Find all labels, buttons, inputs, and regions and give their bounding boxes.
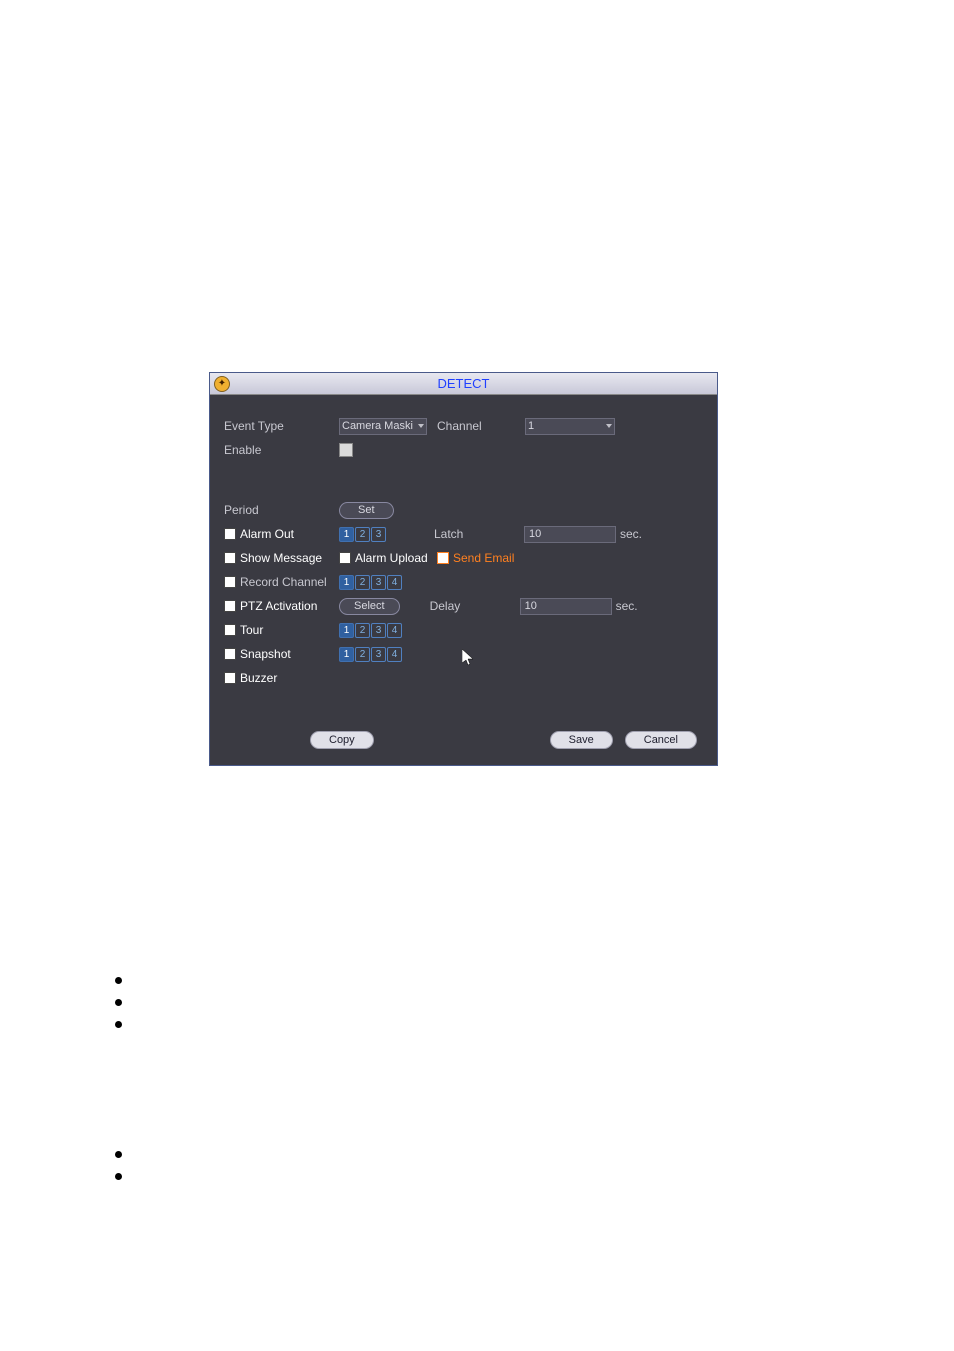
event-type-select[interactable]: Camera Maski bbox=[339, 418, 427, 435]
latch-unit: sec. bbox=[620, 527, 642, 541]
snapshot-ch1[interactable]: 1 bbox=[339, 647, 354, 662]
enable-checkbox[interactable] bbox=[339, 443, 353, 457]
tour-label: Tour bbox=[240, 623, 339, 637]
ptz-activation-checkbox[interactable] bbox=[224, 600, 236, 612]
ptz-activation-label: PTZ Activation bbox=[240, 599, 339, 613]
latch-label: Latch bbox=[434, 527, 524, 541]
bullet-5 bbox=[115, 1168, 122, 1183]
snapshot-checkbox[interactable] bbox=[224, 648, 236, 660]
channel-value: 1 bbox=[528, 420, 534, 432]
delay-input[interactable]: 10 bbox=[520, 598, 612, 615]
select-button[interactable]: Select bbox=[339, 598, 400, 615]
period-label: Period bbox=[224, 503, 339, 517]
save-button[interactable]: Save bbox=[550, 731, 613, 749]
event-type-label: Event Type bbox=[224, 419, 339, 433]
delay-value: 10 bbox=[525, 600, 537, 612]
tour-checkbox[interactable] bbox=[224, 624, 236, 636]
alarm-out-ch1[interactable]: 1 bbox=[339, 527, 354, 542]
alarm-upload-checkbox[interactable] bbox=[339, 552, 351, 564]
dialog-content: Event Type Camera Maski Channel 1 Enable… bbox=[210, 395, 717, 701]
bullet-3 bbox=[115, 1016, 122, 1031]
tour-ch4[interactable]: 4 bbox=[387, 623, 402, 638]
send-email-label: Send Email bbox=[453, 551, 514, 565]
alarm-out-ch3[interactable]: 3 bbox=[371, 527, 386, 542]
delay-label: Delay bbox=[430, 599, 520, 613]
latch-value: 10 bbox=[529, 528, 541, 540]
bullet-2 bbox=[115, 994, 122, 1009]
snapshot-channels: 1 2 3 4 bbox=[339, 647, 402, 662]
cancel-button[interactable]: Cancel bbox=[625, 731, 697, 749]
dialog-footer: Copy Save Cancel bbox=[210, 731, 717, 749]
show-message-checkbox[interactable] bbox=[224, 552, 236, 564]
show-message-label: Show Message bbox=[240, 551, 339, 565]
dialog-titlebar: ✦ DETECT bbox=[210, 373, 717, 395]
tour-ch3[interactable]: 3 bbox=[371, 623, 386, 638]
snapshot-label: Snapshot bbox=[240, 647, 339, 661]
set-button[interactable]: Set bbox=[339, 502, 394, 519]
bullet-1 bbox=[115, 972, 122, 987]
enable-label: Enable bbox=[224, 443, 339, 457]
dialog-title: DETECT bbox=[438, 376, 490, 391]
alarm-out-checkbox[interactable] bbox=[224, 528, 236, 540]
delay-unit: sec. bbox=[616, 599, 638, 613]
snapshot-ch3[interactable]: 3 bbox=[371, 647, 386, 662]
copy-button[interactable]: Copy bbox=[310, 731, 374, 749]
channel-select[interactable]: 1 bbox=[525, 418, 615, 435]
record-ch3[interactable]: 3 bbox=[371, 575, 386, 590]
event-type-value: Camera Maski bbox=[342, 420, 413, 432]
alarm-out-label: Alarm Out bbox=[240, 527, 339, 541]
tour-ch2[interactable]: 2 bbox=[355, 623, 370, 638]
record-ch2[interactable]: 2 bbox=[355, 575, 370, 590]
send-email-checkbox[interactable] bbox=[437, 552, 449, 564]
alarm-out-channels: 1 2 3 bbox=[339, 527, 386, 542]
record-ch1[interactable]: 1 bbox=[339, 575, 354, 590]
alarm-out-ch2[interactable]: 2 bbox=[355, 527, 370, 542]
chevron-down-icon bbox=[606, 424, 612, 428]
record-channel-checkbox[interactable] bbox=[224, 576, 236, 588]
buzzer-checkbox[interactable] bbox=[224, 672, 236, 684]
detect-dialog: ✦ DETECT Event Type Camera Maski Channel… bbox=[209, 372, 718, 766]
snapshot-ch4[interactable]: 4 bbox=[387, 647, 402, 662]
record-channels: 1 2 3 4 bbox=[339, 575, 402, 590]
buzzer-label: Buzzer bbox=[240, 671, 339, 685]
tour-ch1[interactable]: 1 bbox=[339, 623, 354, 638]
snapshot-ch2[interactable]: 2 bbox=[355, 647, 370, 662]
record-channel-label: Record Channel bbox=[240, 575, 339, 589]
record-ch4[interactable]: 4 bbox=[387, 575, 402, 590]
channel-label: Channel bbox=[437, 419, 525, 433]
tour-channels: 1 2 3 4 bbox=[339, 623, 402, 638]
chevron-down-icon bbox=[418, 424, 424, 428]
latch-input[interactable]: 10 bbox=[524, 526, 616, 543]
alarm-upload-label: Alarm Upload bbox=[355, 551, 437, 565]
bullet-4 bbox=[115, 1146, 122, 1161]
accessibility-icon: ✦ bbox=[214, 376, 230, 392]
